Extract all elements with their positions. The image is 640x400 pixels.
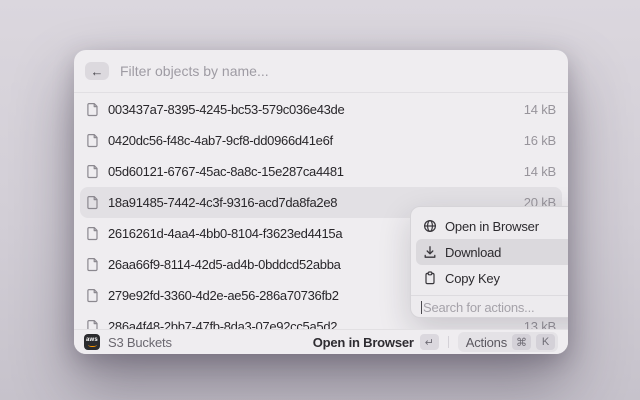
action-menu-item[interactable]: Open in Browser↵ bbox=[416, 213, 568, 239]
action-menu-item-label: Copy Key bbox=[445, 271, 500, 286]
file-icon bbox=[86, 257, 99, 272]
filter-input[interactable] bbox=[120, 63, 557, 79]
return-key-badge: ↵ bbox=[420, 334, 439, 350]
action-menu-panel: Open in Browser↵Download⌘↵ Copy Key Searc… bbox=[410, 206, 568, 318]
action-search-field[interactable]: Search for actions... bbox=[411, 298, 568, 317]
file-icon bbox=[86, 288, 99, 303]
object-size: 16 kB bbox=[524, 133, 556, 148]
text-caret bbox=[421, 301, 422, 314]
actions-button[interactable]: Actions ⌘ K bbox=[458, 332, 558, 352]
object-name: 26aa66f9-8114-42d5-ad4b-0bddcd52abba bbox=[108, 257, 341, 272]
object-name: 003437a7-8395-4245-bc53-579c036e43de bbox=[108, 102, 344, 117]
clipboard-icon bbox=[423, 271, 437, 285]
action-menu-item[interactable]: Copy Key bbox=[416, 265, 568, 291]
object-name: 05d60121-6767-45ac-8a8c-15e287ca4481 bbox=[108, 164, 344, 179]
search-header: ← bbox=[74, 50, 568, 93]
download-icon bbox=[423, 245, 437, 259]
object-name: 2616261d-4aa4-4bb0-8104-f3623ed4415a bbox=[108, 226, 342, 241]
object-size: 14 kB bbox=[524, 102, 556, 117]
status-bar: aws S3 Buckets Open in Browser ↵ Actions… bbox=[74, 329, 568, 354]
aws-app-icon: aws bbox=[84, 334, 100, 350]
object-row[interactable]: 05d60121-6767-45ac-8a8c-15e287ca4481 14 k… bbox=[80, 156, 562, 187]
file-icon bbox=[86, 133, 99, 148]
desktop-background: ← 003437a7-8395-4245-bc53-579c036e43de 14… bbox=[0, 0, 640, 400]
object-name: 279e92fd-3360-4d2e-ae56-286a70736fb2 bbox=[108, 288, 339, 303]
object-row[interactable]: 003437a7-8395-4245-bc53-579c036e43de 14 k… bbox=[80, 94, 562, 125]
action-menu-item-label: Download bbox=[445, 245, 501, 260]
file-icon bbox=[86, 195, 99, 210]
globe-icon bbox=[423, 219, 437, 233]
action-menu: Open in Browser↵Download⌘↵ Copy Key bbox=[411, 207, 568, 291]
file-icon bbox=[86, 164, 99, 179]
panel-divider bbox=[411, 295, 568, 296]
command-key-badge: ⌘ bbox=[512, 334, 531, 350]
object-size: 14 kB bbox=[524, 164, 556, 179]
footer-separator bbox=[448, 336, 449, 348]
app-name: S3 Buckets bbox=[108, 335, 172, 350]
footer-actions: Open in Browser ↵ Actions ⌘ K bbox=[313, 332, 558, 352]
primary-action-button[interactable]: Open in Browser bbox=[313, 335, 414, 350]
action-menu-item-label: Open in Browser bbox=[445, 219, 539, 234]
aws-smile-icon bbox=[88, 343, 97, 347]
action-menu-item[interactable]: Download⌘↵ bbox=[416, 239, 568, 265]
object-name: 18a91485-7442-4c3f-9316-acd7da8fa2e8 bbox=[108, 195, 337, 210]
file-icon bbox=[86, 226, 99, 241]
object-name: 0420dc56-f48c-4ab7-9cf8-dd0966d41e6f bbox=[108, 133, 333, 148]
action-search-placeholder: Search for actions... bbox=[423, 300, 534, 315]
back-button[interactable]: ← bbox=[85, 62, 109, 80]
file-icon bbox=[86, 102, 99, 117]
k-key-badge: K bbox=[536, 334, 555, 350]
object-row[interactable]: 0420dc56-f48c-4ab7-9cf8-dd0966d41e6f 16 k… bbox=[80, 125, 562, 156]
launcher-window: ← 003437a7-8395-4245-bc53-579c036e43de 14… bbox=[74, 50, 568, 354]
actions-button-label: Actions bbox=[466, 335, 507, 350]
back-arrow-icon: ← bbox=[91, 63, 104, 80]
